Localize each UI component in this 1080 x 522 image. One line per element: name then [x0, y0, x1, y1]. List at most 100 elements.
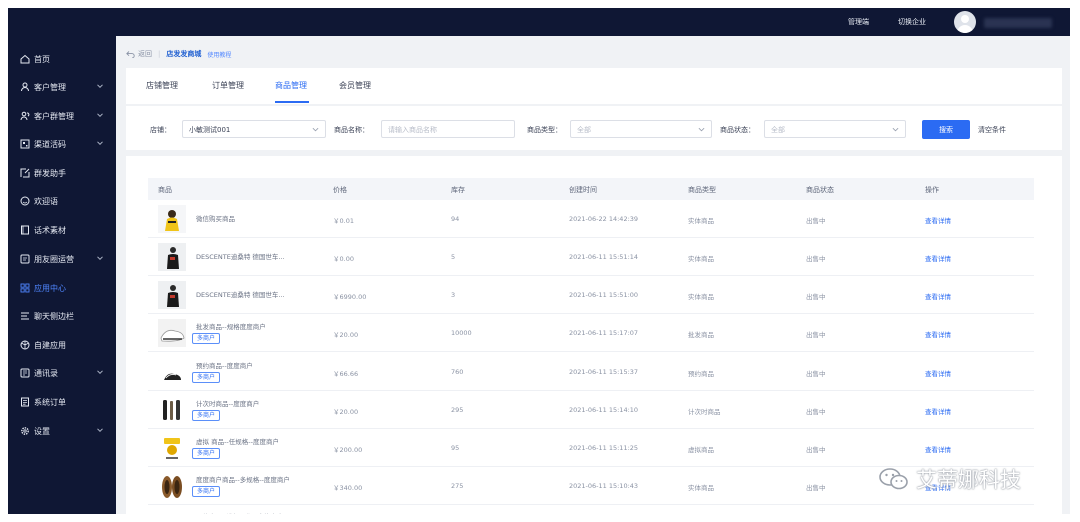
sidebar-item-group[interactable]: 客户群管理 — [8, 102, 116, 130]
sidebar-item-menu[interactable]: 聊天侧边栏 — [8, 302, 116, 330]
view-details-link[interactable]: 查看详情 — [925, 368, 951, 378]
cell-status: 出售中 — [806, 293, 826, 301]
chevron-down-icon — [97, 84, 103, 89]
product-type-value: 全部 — [577, 126, 591, 134]
tab-shop-management[interactable]: 店铺管理 — [146, 80, 178, 91]
cell-stock: 95 — [451, 444, 460, 452]
cell-type: 计次时商品 — [688, 408, 721, 416]
product-type-select[interactable]: 全部 — [570, 120, 712, 138]
cell-stock: 275 — [451, 482, 464, 490]
sidebar-item-apps[interactable]: 应用中心 — [8, 274, 116, 302]
sidebar-item-moments[interactable]: 朋友圈运营 — [8, 245, 116, 273]
cell-price: ￥6990.00 — [333, 293, 367, 301]
switch-company-link[interactable]: 切换企业 — [898, 17, 926, 27]
smile-icon — [19, 196, 30, 207]
cell-price: ￥0.01 — [333, 217, 354, 225]
product-name-label: 商品名称： — [334, 126, 369, 134]
table-row: 计次时商品--度度商户 多商户 ￥20.00 295 2021-06-11 15:14:… — [148, 391, 1034, 429]
sidebar-item-label: 聊天侧边栏 — [34, 311, 74, 321]
sidebar: 首页 客户管理 客户群管理渠道活码群发助手欢迎语话术素材 朋友圈运营 应用中心聊天侧边栏… — [8, 36, 116, 514]
back-button[interactable]: 返回 — [126, 49, 152, 59]
cell-stock: 5 — [451, 253, 456, 261]
sidebar-item-cube[interactable]: 自建应用 — [8, 331, 116, 359]
table-row: 虚拟 商品--任规格--度度商户 多商户 ￥200.00 95 2021-06-11 1… — [148, 429, 1034, 467]
multi-merchant-tag: 多商户 — [192, 486, 221, 497]
sidebar-item-order[interactable]: 系统订单 — [8, 388, 116, 416]
sidebar-item-contacts[interactable]: 通讯录 — [8, 359, 116, 387]
tutorial-link[interactable]: 使用教程 — [207, 50, 231, 59]
sidebar-item-user[interactable]: 客户管理 — [8, 73, 116, 101]
table-row: DESCENTE迪桑特 德国世车... ￥6990.00 3 2021-06-11 1… — [148, 276, 1034, 314]
top-bar: 管理端 切换企业 — [8, 8, 1070, 36]
view-details-link[interactable]: 查看详情 — [925, 444, 951, 454]
view-details-link[interactable]: 查看详情 — [925, 215, 951, 225]
sidebar-item-book[interactable]: 话术素材 — [8, 216, 116, 244]
tab-member-management[interactable]: 会员管理 — [339, 80, 371, 91]
product-thumbnail — [158, 434, 186, 462]
cell-price: ￥66.66 — [333, 370, 359, 378]
multi-merchant-tag: 多商户 — [192, 410, 221, 421]
product-name: DESCENTE迪桑特 德国世车... — [196, 291, 285, 299]
cell-created: 2021-06-11 15:11:25 — [569, 444, 639, 452]
product-thumbnail — [158, 281, 186, 309]
sidebar-item-gear[interactable]: 设置 — [8, 417, 116, 445]
view-details-link[interactable]: 查看详情 — [925, 253, 951, 263]
cell-price: ￥200.00 — [333, 446, 363, 454]
column-header-action: 操作 — [925, 186, 939, 194]
product-name-input[interactable]: 请输入商品名称 — [381, 120, 515, 138]
product-name: DESCENTE迪桑特 德国世车... — [196, 253, 285, 261]
table-row: DESCENTE迪桑特 德国世车... ￥0.00 5 2021-06-11 15:5… — [148, 238, 1034, 276]
column-header-product: 商品 — [158, 186, 172, 194]
product-thumbnail — [158, 319, 186, 347]
shop-select[interactable]: 小敏测试001 — [182, 120, 326, 138]
cell-created: 2021-06-11 15:15:37 — [569, 368, 639, 376]
product-status-select[interactable]: 全部 — [764, 120, 906, 138]
wechat-logo-icon — [879, 468, 908, 490]
sidebar-item-label: 渠道活码 — [34, 139, 66, 149]
view-details-link[interactable]: 查看详情 — [925, 291, 951, 301]
sidebar-item-send[interactable]: 群发助手 — [8, 159, 116, 187]
search-button[interactable]: 搜索 — [922, 120, 970, 139]
tab-bar: 店铺管理 订单管理 商品管理 会员管理 — [126, 68, 1062, 104]
chevron-down-icon — [97, 141, 103, 146]
avatar[interactable] — [954, 11, 976, 33]
chevron-down-icon — [892, 127, 899, 132]
cell-price: ￥20.00 — [333, 408, 359, 416]
product-thumbnail — [158, 243, 186, 271]
multi-merchant-tag: 多商户 — [192, 333, 221, 344]
column-header-price: 价格 — [333, 186, 347, 194]
tab-order-management[interactable]: 订单管理 — [212, 80, 244, 91]
sidebar-item-label: 欢迎语 — [34, 196, 58, 206]
admin-portal-link[interactable]: 管理端 — [848, 17, 869, 27]
cell-status: 出售中 — [806, 408, 826, 416]
product-thumbnail — [158, 205, 186, 233]
view-details-link[interactable]: 查看详情 — [925, 329, 951, 339]
product-status-value: 全部 — [771, 126, 785, 134]
sidebar-item-qrcode[interactable]: 渠道活码 — [8, 130, 116, 158]
sidebar-item-smile[interactable]: 欢迎语 — [8, 187, 116, 215]
table-row: 预约商品--选择日期--度均商户 — [148, 506, 1034, 514]
product-thumbnail — [158, 396, 186, 424]
product-name-placeholder: 请输入商品名称 — [388, 126, 437, 134]
cell-status: 出售中 — [806, 331, 826, 339]
column-header-type: 商品类型 — [688, 186, 716, 194]
sidebar-item-home[interactable]: 首页 — [8, 45, 116, 73]
product-name: 预约商品--度度商户 — [196, 362, 253, 370]
cell-price: ￥0.00 — [333, 255, 354, 263]
view-details-link[interactable]: 查看详情 — [925, 406, 951, 416]
cell-price: ￥340.00 — [333, 484, 363, 492]
multi-merchant-tag: 多商户 — [192, 448, 221, 459]
book-icon — [19, 225, 30, 236]
cell-status: 出售中 — [806, 484, 826, 492]
tab-product-management[interactable]: 商品管理 — [275, 80, 307, 91]
sidebar-item-label: 系统订单 — [34, 397, 66, 407]
multi-merchant-tag: 多商户 — [192, 372, 221, 383]
contacts-icon — [19, 368, 30, 379]
product-type-label: 商品类型： — [527, 126, 562, 134]
product-thumbnail — [158, 472, 186, 500]
cell-type: 实体商品 — [688, 255, 714, 263]
table-header: 商品 价格 库存 创建时间 商品类型 商品状态 操作 — [148, 178, 1034, 200]
clear-filters-button[interactable]: 清空条件 — [978, 125, 1006, 135]
column-header-created: 创建时间 — [569, 186, 597, 194]
cell-stock: 760 — [451, 368, 464, 376]
